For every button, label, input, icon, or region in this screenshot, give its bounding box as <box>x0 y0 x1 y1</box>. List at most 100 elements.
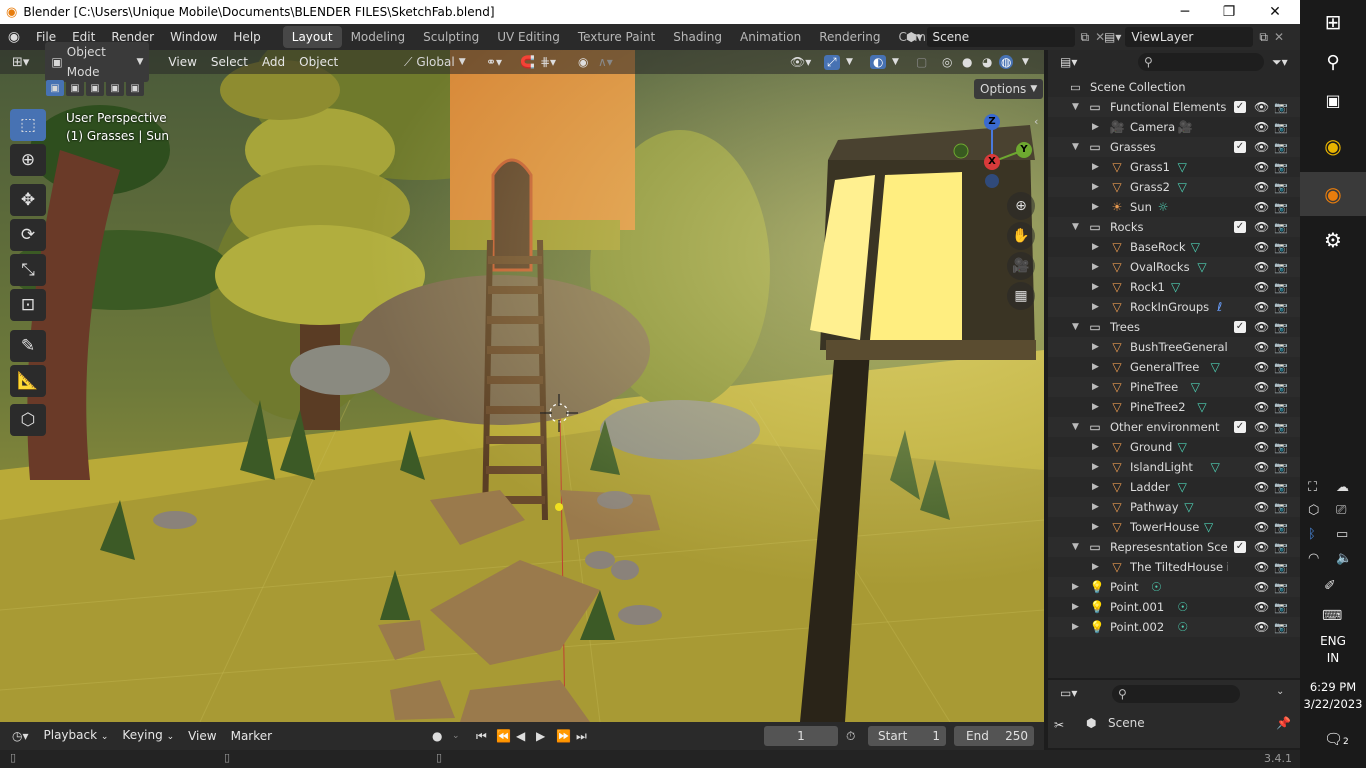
outliner-row[interactable]: ▶ ▽ IslandLight ▽ 👁 📷 <box>1048 457 1300 477</box>
keying-set-icon[interactable]: ⌄ <box>452 731 460 741</box>
mesh-data-icon[interactable]: ▽ <box>1178 180 1187 194</box>
render-camera-icon[interactable]: 📷 <box>1274 221 1288 234</box>
tray-onedrive-icon[interactable]: ☁ <box>1336 480 1349 495</box>
render-camera-icon[interactable]: 📷 <box>1274 441 1288 454</box>
play-icon[interactable]: ▶ <box>536 729 545 743</box>
tab-shading[interactable]: Shading <box>664 26 731 48</box>
tab-rendering[interactable]: Rendering <box>810 26 889 48</box>
visibility-eye-icon[interactable]: 👁 <box>1254 360 1269 374</box>
outliner-search-input[interactable]: ⚲ <box>1138 53 1264 71</box>
camera-data-icon[interactable]: 🎥 <box>1178 120 1193 134</box>
editor-type-icon[interactable]: ⊞▾ <box>12 55 29 70</box>
outliner-row[interactable]: ▶ ▽ GeneralTree ▽ 👁 📷 <box>1048 357 1300 377</box>
visibility-eye-icon[interactable]: 👁 <box>1254 560 1269 574</box>
add-cube-tool[interactable]: ⬡ <box>10 404 46 436</box>
properties-editor-icon[interactable]: ▭▾ <box>1060 686 1077 700</box>
gizmo-y-axis[interactable]: Y <box>1016 142 1032 158</box>
view-menu[interactable]: View <box>161 51 203 73</box>
jump-keyframe-back-icon[interactable]: ⏪ <box>496 729 511 743</box>
render-camera-icon[interactable]: 📷 <box>1274 101 1288 114</box>
outliner-row[interactable]: ▶ ▽ Grass2 ▽ 👁 📷 <box>1048 177 1300 197</box>
collapse-chevron-icon[interactable]: ▶ <box>1092 202 1099 212</box>
visibility-eye-icon[interactable]: 👁 <box>1254 200 1269 214</box>
auto-keying-icon[interactable]: ● <box>432 729 442 743</box>
visibility-eye-icon[interactable]: 👁 <box>1254 160 1269 174</box>
collapse-chevron-icon[interactable]: ▶ <box>1092 162 1099 172</box>
collapse-chevron-icon[interactable]: ▶ <box>1092 562 1099 572</box>
move-tool[interactable]: ✥ <box>10 184 46 216</box>
render-camera-icon[interactable]: 📷 <box>1274 561 1288 574</box>
visibility-eye-icon[interactable]: 👁 <box>1254 500 1269 514</box>
menu-window[interactable]: Window <box>162 24 225 50</box>
restore-button[interactable]: ❐ <box>1206 0 1252 24</box>
tray-cube-icon[interactable]: ⬡ <box>1308 503 1319 518</box>
collapse-chevron-icon[interactable]: ▶ <box>1092 262 1099 272</box>
cursor-tool[interactable]: ⊕ <box>10 144 46 176</box>
render-camera-icon[interactable]: 📷 <box>1274 621 1288 634</box>
render-camera-icon[interactable]: 📷 <box>1274 501 1288 514</box>
gizmo-z-axis[interactable]: Z <box>984 114 1000 130</box>
close-button[interactable]: ✕ <box>1252 0 1298 24</box>
exclude-checkbox[interactable]: ✓ <box>1234 221 1246 233</box>
camera-view-icon[interactable]: 🎥 <box>1007 252 1035 280</box>
exclude-checkbox[interactable]: ✓ <box>1234 321 1246 333</box>
overlay-toggle-icon[interactable]: ◐ <box>870 55 887 69</box>
jump-end-icon[interactable]: ⏭ <box>576 729 587 744</box>
tray-pen-icon[interactable]: ✐ <box>1324 578 1336 594</box>
play-reverse-icon[interactable]: ◀ <box>516 729 525 743</box>
falloff-icon[interactable]: ∧▾ <box>598 55 613 69</box>
scene-collection-row[interactable]: ▭ Scene Collection <box>1048 77 1300 97</box>
jump-start-icon[interactable]: ⏮ <box>476 729 487 744</box>
add-menu[interactable]: Add <box>255 51 292 73</box>
clock[interactable]: 6:29 PM 3/22/2023 <box>1300 679 1366 713</box>
tray-battery-icon[interactable]: ▭ <box>1336 527 1348 542</box>
new-viewlayer-icon[interactable]: ⧉ <box>1259 30 1268 45</box>
outliner-row[interactable]: ▼ ▭ Functional Elements ✓ 👁 📷 <box>1048 97 1300 117</box>
render-camera-icon[interactable]: 📷 <box>1274 201 1288 214</box>
select-subtract-icon[interactable]: ▣ <box>86 80 104 96</box>
select-box-tool[interactable]: ⬚ <box>10 109 46 141</box>
gizmo-dropdown-icon[interactable]: ▼ <box>846 57 853 67</box>
start-frame-field[interactable]: Start 1 <box>868 726 946 746</box>
mesh-data-icon[interactable]: ▽ <box>1191 240 1200 254</box>
collapse-chevron-icon[interactable]: ▶ <box>1092 502 1099 512</box>
mesh-data-icon[interactable]: ▽ <box>1178 160 1187 174</box>
mesh-data-icon[interactable]: ▽ <box>1191 380 1200 394</box>
gizmo-x-axis[interactable]: X <box>984 154 1000 170</box>
outliner-row[interactable]: ▶ ▽ Pathway ▽ 👁 📷 <box>1048 497 1300 517</box>
visibility-eye-icon[interactable]: 👁 <box>1254 320 1269 334</box>
expand-chevron-icon[interactable]: ▼ <box>1072 222 1079 232</box>
chevron-down-icon[interactable]: ⌄ <box>1276 686 1284 697</box>
proportional-edit-icon[interactable]: ◉ <box>578 55 588 69</box>
collapse-chevron-icon[interactable]: ▶ <box>1092 302 1099 312</box>
tray-volume-icon[interactable]: 🔈 <box>1336 551 1352 566</box>
end-frame-field[interactable]: End 250 <box>954 726 1034 746</box>
render-camera-icon[interactable]: 📷 <box>1274 521 1288 534</box>
scene-selector[interactable]: Scene <box>926 27 1075 47</box>
tab-uv-editing[interactable]: UV Editing <box>488 26 569 48</box>
visibility-eye-icon[interactable]: 👁 <box>1254 620 1269 634</box>
mesh-data-icon[interactable]: ▽ <box>1171 280 1180 294</box>
tab-modeling[interactable]: Modeling <box>342 26 415 48</box>
language-indicator[interactable]: ENG IN <box>1300 633 1366 667</box>
render-camera-icon[interactable]: 📷 <box>1274 181 1288 194</box>
render-camera-icon[interactable]: 📷 <box>1274 261 1288 274</box>
render-camera-icon[interactable]: 📷 <box>1274 241 1288 254</box>
exclude-checkbox[interactable]: ✓ <box>1234 541 1246 553</box>
marker-menu[interactable]: Marker <box>224 725 279 747</box>
collapse-chevron-icon[interactable]: ▶ <box>1092 382 1099 392</box>
outliner-row[interactable]: ▶ ▽ Ladder ▽ 👁 📷 <box>1048 477 1300 497</box>
outliner-row[interactable]: ▶ ▽ Ground ▽ 👁 📷 <box>1048 437 1300 457</box>
render-camera-icon[interactable]: 📷 <box>1274 141 1288 154</box>
collapse-chevron-icon[interactable]: ▶ <box>1092 122 1099 132</box>
render-camera-icon[interactable]: 📷 <box>1274 421 1288 434</box>
collapse-chevron-icon[interactable]: ▶ <box>1092 242 1099 252</box>
visibility-eye-icon[interactable]: 👁 <box>1254 240 1269 254</box>
shading-dropdown-icon[interactable]: ▼ <box>1022 57 1029 67</box>
render-camera-icon[interactable]: 📷 <box>1274 481 1288 494</box>
chrome-icon[interactable]: ◉ <box>1300 124 1366 168</box>
xray-icon[interactable]: ▢ <box>916 55 927 69</box>
collapse-chevron-icon[interactable]: ▶ <box>1092 362 1099 372</box>
rendered-shading-icon[interactable]: ◍ <box>999 55 1014 69</box>
mesh-data-icon[interactable]: ▽ <box>1197 400 1206 414</box>
